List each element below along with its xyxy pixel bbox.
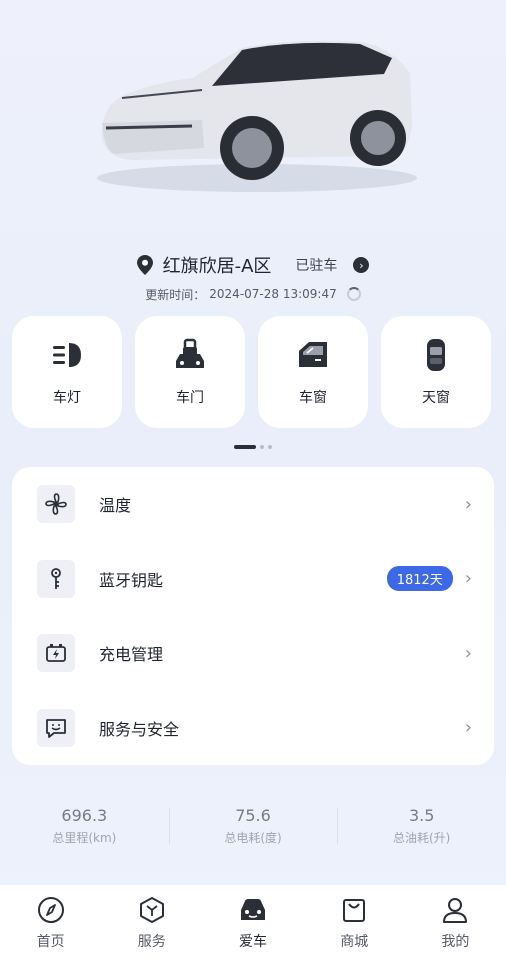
parking-status: 已驻车 <box>295 258 338 274</box>
update-time: 2024-07-28 13:09:47 <box>209 287 337 301</box>
control-label: 车门 <box>176 390 204 406</box>
location-pin-icon <box>136 255 153 275</box>
battery-charge-icon <box>37 634 75 673</box>
stat-total-power: 75.6 总电耗(度) <box>168 806 338 850</box>
key-icon <box>37 559 75 598</box>
bottom-tab-bar: 首页 服务 爱车 商城 我的 <box>0 884 506 960</box>
location-row[interactable]: 红旗欣居-A区 已驻车 › <box>0 252 506 278</box>
stat-label: 总油耗(升) <box>392 831 451 845</box>
chevron-right-icon: › <box>464 642 472 664</box>
tab-label: 首页 <box>36 934 65 950</box>
tab-mine[interactable]: 我的 <box>405 885 506 960</box>
chat-service-icon <box>37 708 75 747</box>
page-dot <box>268 445 272 449</box>
update-time-row: 更新时间： 2024-07-28 13:09:47 <box>0 284 506 304</box>
sunroof-icon <box>427 339 445 371</box>
settings-menu: 温度 › 蓝牙钥匙 1812天 › 充电管理 › 服务与安全 › <box>12 467 494 765</box>
stat-total-mileage: 696.3 总里程(km) <box>0 806 169 850</box>
stat-value: 696.3 <box>61 806 108 825</box>
vehicle-image <box>97 40 417 192</box>
control-sunroof[interactable]: 天窗 <box>381 316 491 428</box>
menu-label: 温度 <box>99 496 132 516</box>
control-lights[interactable]: 车灯 <box>12 316 122 428</box>
page-dot <box>260 445 264 449</box>
stat-label: 总电耗(度) <box>224 831 282 845</box>
chevron-right-icon: › <box>464 568 472 590</box>
vehicle-controls: 车灯 车门 车窗 天窗 <box>12 316 494 428</box>
stat-value: 3.5 <box>408 806 435 825</box>
fan-icon <box>37 485 75 524</box>
tab-label: 服务 <box>137 934 166 950</box>
refresh-icon[interactable] <box>346 287 361 301</box>
stat-total-fuel: 3.5 总油耗(升) <box>337 806 506 850</box>
car-icon <box>241 899 265 920</box>
chevron-right-icon: › <box>464 717 472 739</box>
control-label: 车窗 <box>299 390 327 406</box>
page-dot-active <box>234 445 256 449</box>
update-label: 更新时间： <box>145 287 206 302</box>
tab-label: 爱车 <box>239 934 267 950</box>
page-indicator <box>0 445 506 449</box>
cube-icon <box>139 897 164 923</box>
compass-icon <box>37 897 64 923</box>
control-windows[interactable]: 车窗 <box>258 316 368 428</box>
headlight-icon <box>53 343 81 367</box>
tab-service[interactable]: 服务 <box>101 885 202 960</box>
chevron-right-icon[interactable]: › <box>353 257 370 273</box>
stat-value: 75.6 <box>235 806 271 825</box>
tab-my-car[interactable]: 爱车 <box>202 885 303 960</box>
tab-mall[interactable]: 商城 <box>304 885 405 960</box>
user-icon <box>443 898 468 923</box>
car-door-lock-icon <box>176 338 204 368</box>
menu-label: 充电管理 <box>99 645 164 665</box>
chevron-right-icon: › <box>464 493 472 515</box>
vehicle-stats: 696.3 总里程(km) 75.6 总电耗(度) 3.5 总油耗(升) <box>0 806 506 850</box>
tab-label: 我的 <box>441 934 470 950</box>
tab-home[interactable]: 首页 <box>0 885 101 960</box>
vehicle-hero <box>0 0 506 240</box>
menu-item-temperature[interactable]: 温度 › <box>12 467 494 542</box>
menu-label: 服务与安全 <box>99 719 180 739</box>
tab-label: 商城 <box>340 934 369 950</box>
shopping-bag-icon <box>343 899 366 922</box>
menu-item-charging[interactable]: 充电管理 › <box>12 616 494 691</box>
key-days-badge: 1812天 <box>386 566 453 592</box>
menu-label: 蓝牙钥匙 <box>99 570 164 590</box>
location-name: 红旗欣居-A区 <box>162 256 272 277</box>
control-doors[interactable]: 车门 <box>135 316 245 428</box>
control-label: 天窗 <box>422 390 450 406</box>
control-label: 车灯 <box>53 390 81 406</box>
menu-item-service-safety[interactable]: 服务与安全 › <box>12 691 494 766</box>
stat-label: 总里程(km) <box>52 831 117 845</box>
car-window-icon <box>299 342 327 367</box>
menu-item-bluetooth-key[interactable]: 蓝牙钥匙 1812天 › <box>12 542 494 617</box>
